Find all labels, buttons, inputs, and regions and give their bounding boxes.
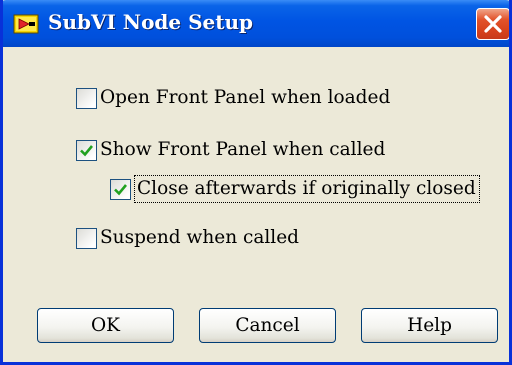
- suspend-when-called-checkbox[interactable]: [76, 228, 97, 249]
- close-afterwards-label: Close afterwards if originally closed: [134, 175, 480, 203]
- subvi-node-setup-dialog: SubVI Node Setup Open Front Panel when l…: [0, 0, 512, 365]
- show-front-panel-label: Show Front Panel when called: [100, 139, 386, 160]
- checkmark-icon: [114, 184, 128, 196]
- open-front-panel-label: Open Front Panel when loaded: [100, 87, 391, 108]
- checkmark-icon: [80, 145, 94, 157]
- window-title: SubVI Node Setup: [48, 10, 254, 34]
- ok-button[interactable]: OK: [37, 308, 174, 343]
- suspend-when-called-label: Suspend when called: [100, 227, 300, 248]
- close-button[interactable]: [476, 8, 509, 40]
- help-button[interactable]: Help: [361, 308, 498, 343]
- show-front-panel-checkbox[interactable]: [76, 140, 97, 161]
- title-bar[interactable]: SubVI Node Setup: [3, 0, 509, 47]
- close-afterwards-checkbox[interactable]: [110, 179, 131, 200]
- open-front-panel-checkbox[interactable]: [76, 88, 97, 109]
- cancel-button[interactable]: Cancel: [199, 308, 336, 343]
- close-x-icon: [484, 15, 502, 33]
- labview-vi-icon: [13, 14, 39, 34]
